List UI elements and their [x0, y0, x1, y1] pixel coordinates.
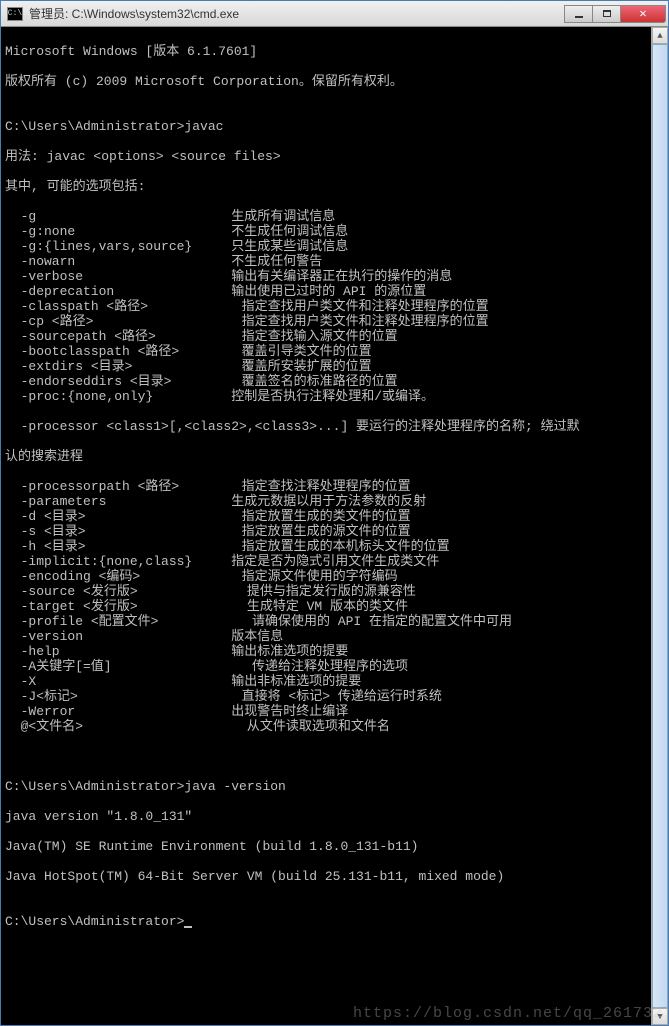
- cursor: [184, 926, 192, 928]
- option-line: -source <发行版> 提供与指定发行版的源兼容性: [5, 584, 664, 599]
- option-line: -proc:{none,only} 控制是否执行注释处理和/或编译。: [5, 389, 664, 404]
- line: Java HotSpot(TM) 64-Bit Server VM (build…: [5, 869, 664, 884]
- option-line: -g:none 不生成任何调试信息: [5, 224, 664, 239]
- option-line: -J<标记> 直接将 <标记> 传递给运行时系统: [5, 689, 664, 704]
- line: 用法: javac <options> <source files>: [5, 149, 664, 164]
- option-line: -profile <配置文件> 请确保使用的 API 在指定的配置文件中可用: [5, 614, 664, 629]
- line: 其中, 可能的选项包括:: [5, 179, 664, 194]
- close-button[interactable]: ✕: [620, 5, 666, 23]
- option-line: -endorseddirs <目录> 覆盖签名的标准路径的位置: [5, 374, 664, 389]
- window-controls: ✕: [565, 5, 666, 23]
- option-line: -help 输出标准选项的提要: [5, 644, 664, 659]
- option-line: @<文件名> 从文件读取选项和文件名: [5, 719, 664, 734]
- terminal-output[interactable]: Microsoft Windows [版本 6.1.7601] 版权所有 (c)…: [1, 27, 668, 1025]
- scroll-up-button[interactable]: ▲: [652, 27, 668, 44]
- prompt-line: C:\Users\Administrator>java -version: [5, 779, 664, 794]
- option-line: -version 版本信息: [5, 629, 664, 644]
- scroll-thumb[interactable]: [652, 44, 668, 1008]
- option-line: -encoding <编码> 指定源文件使用的字符编码: [5, 569, 664, 584]
- option-line: -implicit:{none,class} 指定是否为隐式引用文件生成类文件: [5, 554, 664, 569]
- option-line: -sourcepath <路径> 指定查找输入源文件的位置: [5, 329, 664, 344]
- line: Java(TM) SE Runtime Environment (build 1…: [5, 839, 664, 854]
- option-line: -deprecation 输出使用已过时的 API 的源位置: [5, 284, 664, 299]
- option-line: -classpath <路径> 指定查找用户类文件和注释处理程序的位置: [5, 299, 664, 314]
- option-line: -s <目录> 指定放置生成的源文件的位置: [5, 524, 664, 539]
- cmd-icon: C:\: [7, 7, 23, 21]
- option-line: -parameters 生成元数据以用于方法参数的反射: [5, 494, 664, 509]
- option-line: -bootclasspath <路径> 覆盖引导类文件的位置: [5, 344, 664, 359]
- option-line: -h <目录> 指定放置生成的本机标头文件的位置: [5, 539, 664, 554]
- option-line: -cp <路径> 指定查找用户类文件和注释处理程序的位置: [5, 314, 664, 329]
- option-line: -g 生成所有调试信息: [5, 209, 664, 224]
- cmd-window: C:\ 管理员: C:\Windows\system32\cmd.exe ✕ M…: [0, 0, 669, 1026]
- maximize-button[interactable]: [592, 5, 621, 23]
- option-line: -Werror 出现警告时终止编译: [5, 704, 664, 719]
- line: -processor <class1>[,<class2>,<class3>..…: [5, 419, 664, 434]
- line: 认的搜索进程: [5, 449, 664, 464]
- line: Microsoft Windows [版本 6.1.7601]: [5, 44, 664, 59]
- option-line: -processorpath <路径> 指定查找注释处理程序的位置: [5, 479, 664, 494]
- option-line: -nowarn 不生成任何警告: [5, 254, 664, 269]
- option-line: -target <发行版> 生成特定 VM 版本的类文件: [5, 599, 664, 614]
- prompt-line: C:\Users\Administrator>javac: [5, 119, 664, 134]
- line: java version "1.8.0_131": [5, 809, 664, 824]
- option-line: -A关键字[=值] 传递给注释处理程序的选项: [5, 659, 664, 674]
- option-line: -d <目录> 指定放置生成的类文件的位置: [5, 509, 664, 524]
- prompt-line: C:\Users\Administrator>: [5, 914, 184, 929]
- watermark: https://blog.csdn.net/qq_261732: [353, 1005, 663, 1022]
- option-line: -X 输出非标准选项的提要: [5, 674, 664, 689]
- minimize-button[interactable]: [564, 5, 593, 23]
- line: 版权所有 (c) 2009 Microsoft Corporation。保留所有…: [5, 74, 664, 89]
- window-title: 管理员: C:\Windows\system32\cmd.exe: [29, 5, 565, 22]
- option-line: -extdirs <目录> 覆盖所安装扩展的位置: [5, 359, 664, 374]
- option-line: -verbose 输出有关编译器正在执行的操作的消息: [5, 269, 664, 284]
- scrollbar[interactable]: ▲ ▼: [651, 27, 668, 1025]
- option-line: -g:{lines,vars,source} 只生成某些调试信息: [5, 239, 664, 254]
- titlebar[interactable]: C:\ 管理员: C:\Windows\system32\cmd.exe ✕: [1, 1, 668, 27]
